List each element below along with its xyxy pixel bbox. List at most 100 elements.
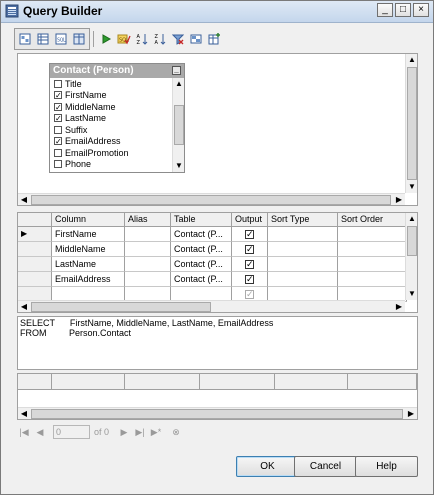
sql-text-line-1[interactable]: SELECT FirstName, MiddleName, LastName, … bbox=[20, 318, 273, 328]
execute-icon[interactable] bbox=[97, 30, 115, 48]
output-checkbox[interactable]: ✓ bbox=[245, 275, 254, 284]
grid-column-header[interactable]: Column bbox=[52, 213, 125, 227]
record-position-input[interactable]: 0 bbox=[53, 425, 90, 439]
diagram-pane-icon[interactable] bbox=[16, 30, 34, 48]
grid-column-header[interactable]: Output bbox=[232, 213, 268, 227]
grid-row-header[interactable] bbox=[18, 272, 52, 287]
results-horizontal-scrollbar[interactable]: ◀ ▶ bbox=[18, 407, 417, 419]
grid-cell-column[interactable]: LastName bbox=[52, 257, 125, 272]
remove-filter-icon[interactable] bbox=[169, 30, 187, 48]
results-pane[interactable]: ◀ ▶ bbox=[17, 373, 418, 420]
grid-cell-column[interactable]: FirstName bbox=[52, 227, 125, 242]
sql-pane-icon[interactable]: SQL bbox=[52, 30, 70, 48]
grid-horizontal-scrollbar[interactable]: ◀ ▶ bbox=[18, 300, 405, 312]
scroll-thumb[interactable] bbox=[31, 409, 403, 419]
scroll-thumb[interactable] bbox=[407, 67, 417, 180]
grid-cell-table[interactable]: Contact (P... bbox=[171, 242, 232, 257]
new-record-icon[interactable]: ▶* bbox=[149, 427, 163, 438]
scroll-right-arrow-icon[interactable]: ▶ bbox=[393, 194, 405, 206]
output-checkbox[interactable]: ✓ bbox=[245, 290, 254, 299]
criteria-pane[interactable]: Column Alias Table Output Sort Type Sort Orde… bbox=[17, 212, 418, 313]
grid-cell-sort-type[interactable] bbox=[268, 257, 338, 272]
scroll-thumb[interactable] bbox=[31, 302, 211, 312]
scroll-thumb[interactable] bbox=[407, 226, 417, 256]
grid-cell-alias[interactable] bbox=[125, 242, 171, 257]
table-box-scrollbar[interactable]: ▲ ▼ bbox=[172, 78, 184, 172]
table-column-item[interactable]: Suffix bbox=[50, 124, 172, 136]
sort-descending-icon[interactable]: ZA bbox=[151, 30, 169, 48]
grid-cell-sort-type[interactable] bbox=[268, 272, 338, 287]
column-checkbox[interactable]: ✓ bbox=[54, 114, 62, 123]
verify-sql-icon[interactable]: SQL bbox=[115, 30, 133, 48]
scroll-left-arrow-icon[interactable]: ◀ bbox=[18, 194, 30, 206]
criteria-pane-icon[interactable] bbox=[34, 30, 52, 48]
grid-vertical-scrollbar[interactable]: ▲ ▼ bbox=[405, 213, 417, 300]
move-next-icon[interactable]: ▶ bbox=[117, 427, 131, 438]
table-box-minimize-button[interactable]: _ bbox=[172, 66, 181, 75]
table-box-contact[interactable]: Contact (Person) _ Title ✓ FirstName ✓ Middl… bbox=[49, 63, 185, 173]
scroll-up-arrow-icon[interactable]: ▲ bbox=[406, 213, 417, 225]
group-by-icon[interactable] bbox=[187, 30, 205, 48]
grid-column-header[interactable]: Table bbox=[171, 213, 232, 227]
scroll-down-arrow-icon[interactable]: ▼ bbox=[406, 288, 417, 300]
diagram-pane[interactable]: Contact (Person) _ Title ✓ FirstName ✓ Middl… bbox=[17, 53, 418, 206]
table-column-item[interactable]: EmailPromotion bbox=[50, 147, 172, 159]
grid-row-header[interactable] bbox=[18, 242, 52, 257]
ok-button[interactable]: OK bbox=[236, 456, 299, 477]
grid-cell-column[interactable]: EmailAddress bbox=[52, 272, 125, 287]
grid-cell-output[interactable]: ✓ bbox=[232, 257, 268, 272]
grid-column-header[interactable]: Sort Type bbox=[268, 213, 338, 227]
minimize-button[interactable]: _ bbox=[377, 3, 393, 17]
help-button[interactable]: Help bbox=[355, 456, 418, 477]
maximize-button[interactable]: □ bbox=[395, 3, 411, 17]
diagram-horizontal-scrollbar[interactable]: ◀ ▶ bbox=[18, 193, 405, 205]
column-checkbox[interactable] bbox=[54, 79, 62, 88]
output-checkbox[interactable]: ✓ bbox=[245, 245, 254, 254]
scroll-left-arrow-icon[interactable]: ◀ bbox=[18, 408, 30, 420]
column-checkbox[interactable]: ✓ bbox=[54, 137, 62, 146]
move-previous-icon[interactable]: ◀ bbox=[33, 427, 47, 438]
table-column-item[interactable]: ✓ EmailAddress bbox=[50, 136, 172, 148]
grid-cell-sort-order[interactable] bbox=[338, 227, 407, 242]
cancel-button[interactable]: Cancel bbox=[294, 456, 357, 477]
table-box-title[interactable]: Contact (Person) _ bbox=[50, 64, 184, 78]
grid-cell-table[interactable]: Contact (P... bbox=[171, 272, 232, 287]
move-last-icon[interactable]: ▶| bbox=[133, 427, 147, 438]
table-column-item[interactable]: ✓ LastName bbox=[50, 113, 172, 125]
scroll-down-arrow-icon[interactable]: ▼ bbox=[173, 160, 185, 172]
grid-cell-output[interactable]: ✓ bbox=[232, 227, 268, 242]
close-button[interactable]: × bbox=[413, 3, 429, 17]
delete-record-icon[interactable]: ⊗ bbox=[169, 427, 183, 438]
scroll-left-arrow-icon[interactable]: ◀ bbox=[18, 301, 30, 312]
table-column-item[interactable]: Title bbox=[50, 78, 172, 90]
diagram-vertical-scrollbar[interactable]: ▲ ▼ bbox=[405, 54, 417, 193]
add-table-icon[interactable] bbox=[205, 30, 223, 48]
table-column-item[interactable]: Phone bbox=[50, 159, 172, 171]
output-checkbox[interactable]: ✓ bbox=[245, 230, 254, 239]
grid-cell-table[interactable]: Contact (P... bbox=[171, 227, 232, 242]
grid-column-header[interactable]: Alias bbox=[125, 213, 171, 227]
scroll-right-arrow-icon[interactable]: ▶ bbox=[405, 408, 417, 420]
grid-cell-output[interactable]: ✓ bbox=[232, 242, 268, 257]
grid-cell-output[interactable]: ✓ bbox=[232, 272, 268, 287]
grid-cell-sort-order[interactable] bbox=[338, 257, 407, 272]
sql-pane[interactable]: SELECT FirstName, MiddleName, LastName, … bbox=[17, 316, 418, 370]
scroll-up-arrow-icon[interactable]: ▲ bbox=[173, 78, 185, 90]
column-checkbox[interactable] bbox=[54, 148, 62, 157]
scroll-up-arrow-icon[interactable]: ▲ bbox=[406, 54, 418, 66]
scroll-down-arrow-icon[interactable]: ▼ bbox=[406, 181, 418, 193]
grid-cell-alias[interactable] bbox=[125, 272, 171, 287]
results-pane-icon[interactable] bbox=[70, 30, 88, 48]
scroll-thumb[interactable] bbox=[31, 195, 391, 205]
column-checkbox[interactable]: ✓ bbox=[54, 91, 62, 100]
grid-cell-alias[interactable] bbox=[125, 257, 171, 272]
column-checkbox[interactable]: ✓ bbox=[54, 102, 62, 111]
scroll-thumb[interactable] bbox=[174, 105, 184, 145]
grid-row-header[interactable] bbox=[18, 257, 52, 272]
output-checkbox[interactable]: ✓ bbox=[245, 260, 254, 269]
grid-cell-table[interactable]: Contact (P... bbox=[171, 257, 232, 272]
scroll-right-arrow-icon[interactable]: ▶ bbox=[393, 301, 405, 312]
column-checkbox[interactable] bbox=[54, 160, 62, 169]
grid-cell-sort-type[interactable] bbox=[268, 242, 338, 257]
grid-column-header[interactable]: Sort Order bbox=[338, 213, 407, 227]
